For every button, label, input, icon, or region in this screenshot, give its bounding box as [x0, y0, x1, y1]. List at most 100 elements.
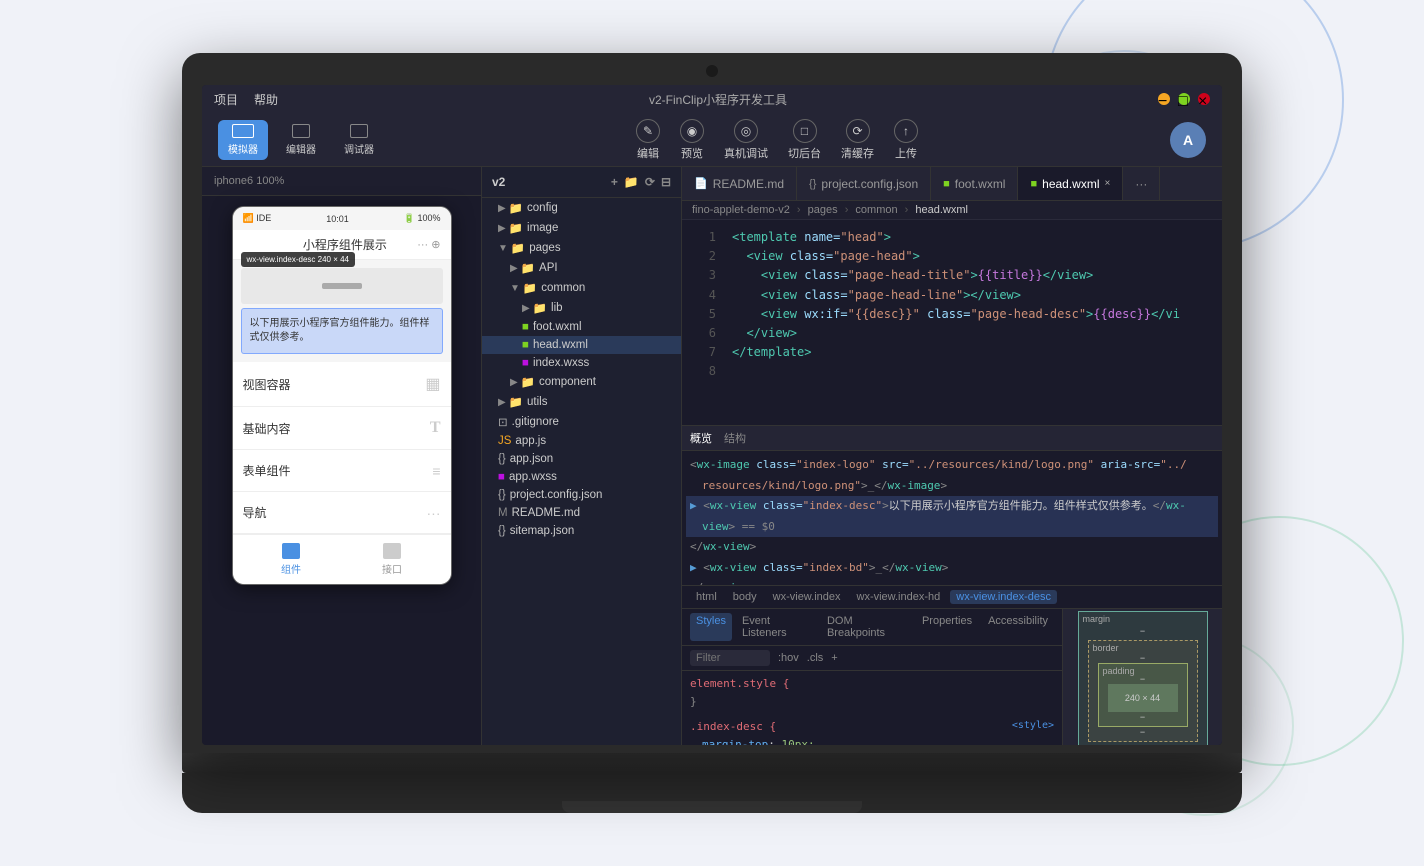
tag-body[interactable]: body [727, 590, 763, 604]
phone-tab-components[interactable]: 组件 [241, 543, 342, 576]
menu-help[interactable]: 帮助 [254, 91, 278, 108]
file-api[interactable]: ▶📁API [482, 258, 681, 278]
editor-button[interactable]: 编辑器 [276, 120, 326, 160]
sub-tab-event-listeners[interactable]: Event Listeners [736, 613, 817, 641]
file-image[interactable]: ▶📁image [482, 218, 681, 238]
ide-app: 项目 帮助 v2-FinClip小程序开发工具 − □ × [202, 85, 1222, 745]
simulator-button[interactable]: 模拟器 [218, 120, 268, 160]
sub-tab-properties[interactable]: Properties [916, 613, 978, 641]
filter-hover-hint[interactable]: :hov [778, 652, 799, 664]
filter-input[interactable] [690, 650, 770, 666]
new-folder-icon[interactable]: 📁 [624, 175, 639, 189]
preview-icon: ◉ [680, 119, 704, 143]
toolbar-center: ✎ 编辑 ◉ 预览 ◎ 真机调试 □ 切后台 [384, 119, 1170, 161]
tab-close-icon[interactable]: × [1105, 178, 1111, 189]
debugger-button[interactable]: 调试器 [334, 120, 384, 160]
device-debug-action[interactable]: ◎ 真机调试 [724, 119, 768, 161]
file-common[interactable]: ▼📁common [482, 278, 681, 298]
background-action[interactable]: □ 切后台 [788, 119, 821, 161]
tag-wx-view-desc[interactable]: wx-view.index-desc [950, 590, 1057, 604]
file-utils[interactable]: ▶📁utils [482, 392, 681, 412]
file-foot-wxml[interactable]: ■foot.wxml [482, 318, 681, 336]
file-app-json[interactable]: {}app.json [482, 450, 681, 468]
edit-action[interactable]: ✎ 编辑 [636, 119, 660, 161]
dom-line-2: resources/kind/logo.png">_</wx-image> [686, 476, 1218, 497]
simulator-screen: 📶 IDE 10:01 🔋 100% 小程序组件展示 ··· ⊕ [202, 196, 481, 745]
close-button[interactable]: × [1198, 93, 1210, 105]
laptop-foot [562, 801, 862, 813]
file-gitignore[interactable]: ⊡.gitignore [482, 412, 681, 432]
devtools-panel: 概览 结构 <wx-image class="index-logo" src="… [682, 425, 1222, 745]
tag-wx-view-hd[interactable]: wx-view.index-hd [851, 590, 947, 604]
dom-panel-tab-console[interactable]: 结构 [724, 430, 746, 446]
breadcrumb-1: fino-applet-demo-v2 [692, 204, 790, 216]
dom-tree: <wx-image class="index-logo" src="../res… [682, 451, 1222, 585]
tab-project-config[interactable]: {} project.config.json [797, 167, 931, 200]
file-readme[interactable]: MREADME.md [482, 504, 681, 522]
phone-highlight-element: 以下用展示小程序官方组件能力。组件样式仅供参考。 [241, 308, 443, 354]
upload-icon: ↑ [894, 119, 918, 143]
breadcrumb-3: common [855, 204, 897, 216]
sub-tab-dom-breakpoints[interactable]: DOM Breakpoints [821, 613, 912, 641]
tab-foot-wxml[interactable]: ■ foot.wxml [931, 167, 1018, 200]
main-content: iphone6 100% 📶 IDE 10:01 🔋 100% [202, 167, 1222, 745]
code-line-7: 7 </template> [682, 343, 1222, 362]
phone-tab-api[interactable]: 接口 [342, 543, 443, 576]
phone-menu-item-3[interactable]: 表单组件 ≡ [233, 450, 451, 492]
phone-frame: 📶 IDE 10:01 🔋 100% 小程序组件展示 ··· ⊕ [232, 206, 452, 585]
file-tree-panel: v2 + 📁 ⟳ ⊟ ▶📁config [482, 167, 682, 745]
code-editor[interactable]: 1 <template name="head"> 2 <view class="… [682, 220, 1222, 425]
tag-wx-view-index[interactable]: wx-view.index [767, 590, 847, 604]
dom-panel-tab-elements[interactable]: 概览 [690, 430, 712, 446]
window-controls: − □ × [1158, 93, 1210, 105]
new-file-icon[interactable]: + [611, 175, 618, 189]
file-component[interactable]: ▶📁component [482, 372, 681, 392]
maximize-button[interactable]: □ [1178, 93, 1190, 105]
filter-cls-hint[interactable]: .cls [807, 652, 824, 664]
file-app-wxss[interactable]: ■app.wxss [482, 468, 681, 486]
file-app-js[interactable]: JSapp.js [482, 432, 681, 450]
file-index-wxss[interactable]: ■index.wxss [482, 354, 681, 372]
sub-tab-styles[interactable]: Styles [690, 613, 732, 641]
clear-cache-action[interactable]: ⟳ 清缓存 [841, 119, 874, 161]
refresh-icon[interactable]: ⟳ [645, 175, 655, 189]
file-tree-header: v2 + 📁 ⟳ ⊟ [482, 167, 681, 198]
file-sitemap[interactable]: {}sitemap.json [482, 522, 681, 540]
sub-tab-accessibility[interactable]: Accessibility [982, 613, 1054, 641]
style-link[interactable]: <style> [1012, 718, 1054, 734]
file-head-wxml[interactable]: ■head.wxml [482, 336, 681, 354]
preview-action[interactable]: ◉ 预览 [680, 119, 704, 161]
file-lib[interactable]: ▶📁lib [482, 298, 681, 318]
tab-readme[interactable]: 📄 README.md [682, 167, 797, 200]
file-project-config[interactable]: {}project.config.json [482, 486, 681, 504]
dom-line-6: ▶ <wx-view class="index-bd">_</wx-view> [686, 558, 1218, 579]
tab-head-wxml[interactable]: ■ head.wxml × [1018, 167, 1123, 200]
tab-more[interactable]: ··· [1123, 167, 1160, 200]
code-line-3: 3 <view class="page-head-title">{{title}… [682, 266, 1222, 285]
tag-html[interactable]: html [690, 590, 723, 604]
laptop-stand [182, 773, 1242, 813]
breadcrumb-4: head.wxml [915, 204, 968, 216]
toolbar: 模拟器 编辑器 调试器 ✎ [202, 113, 1222, 167]
user-avatar[interactable]: A [1170, 122, 1206, 158]
file-config[interactable]: ▶📁config [482, 198, 681, 218]
minimize-button[interactable]: − [1158, 93, 1170, 105]
file-pages[interactable]: ▼📁pages [482, 238, 681, 258]
menu-project[interactable]: 项目 [214, 91, 238, 108]
box-model-padding: padding − 240 × 44 − [1098, 663, 1188, 727]
filter-add-hint[interactable]: + [831, 652, 837, 664]
phone-menu-item-2[interactable]: 基础内容 T [233, 407, 451, 450]
device-label: iphone6 100% [214, 175, 284, 187]
phone-menu-item-4[interactable]: 导航 ··· [233, 492, 451, 534]
styles-area: Styles Event Listeners DOM Breakpoints P… [682, 609, 1222, 745]
upload-action[interactable]: ↑ 上传 [894, 119, 918, 161]
phone-menu-item-1[interactable]: 视图容器 ▦ [233, 362, 451, 407]
styles-sub-tabs: Styles Event Listeners DOM Breakpoints P… [682, 609, 1062, 646]
editor-devtools-container: 📄 README.md {} project.config.json ■ foo… [682, 167, 1222, 745]
collapse-icon[interactable]: ⊟ [661, 175, 671, 189]
simulator-header: iphone6 100% [202, 167, 481, 196]
code-line-6: 6 </view> [682, 324, 1222, 343]
styles-filter-bar: :hov .cls + [682, 646, 1062, 671]
code-line-4: 4 <view class="page-head-line"></view> [682, 286, 1222, 305]
dom-line-1: <wx-image class="index-logo" src="../res… [686, 455, 1218, 476]
